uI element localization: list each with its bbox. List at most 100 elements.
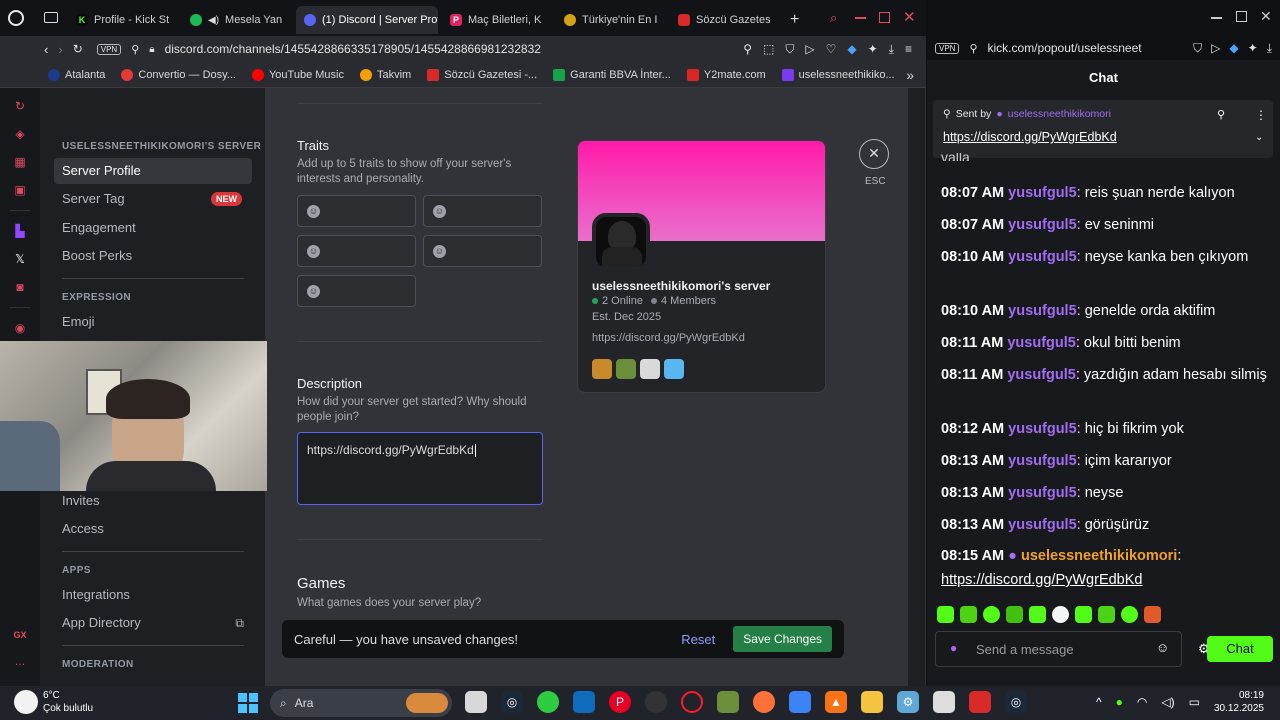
nav-emoji[interactable]: Emoji bbox=[54, 309, 252, 335]
bookmark-garanti[interactable]: Garanti BBVA İnter... bbox=[545, 68, 679, 81]
play-icon[interactable]: ▷ bbox=[805, 42, 814, 57]
weather-widget[interactable]: 6°C Çok bulutlu bbox=[43, 689, 93, 715]
message-user[interactable]: yusufgul5 bbox=[1007, 335, 1075, 351]
battery-icon[interactable]: ▭ bbox=[1189, 695, 1200, 709]
pin-icon[interactable]: ⚲ bbox=[743, 42, 752, 57]
emote-icon[interactable] bbox=[1121, 606, 1138, 623]
minecraft-icon[interactable] bbox=[717, 691, 739, 713]
description-textarea[interactable]: https://discord.gg/PyWgrEdbKd bbox=[297, 432, 543, 505]
nav-app-directory[interactable]: App Directory ⧉ bbox=[54, 610, 252, 636]
nav-invites[interactable]: Invites bbox=[54, 488, 252, 514]
forward-icon[interactable]: › bbox=[58, 42, 62, 57]
steam-icon[interactable]: ◎ bbox=[1005, 691, 1027, 713]
bookmark-uselessneet[interactable]: uselessneethikiko... bbox=[774, 68, 903, 81]
extensions-icon[interactable]: ✦ bbox=[868, 42, 878, 57]
taskbar-search[interactable]: ⌕ Ara bbox=[270, 689, 452, 717]
minimize-icon[interactable] bbox=[855, 17, 866, 19]
shield-icon[interactable]: ⛉ bbox=[785, 42, 794, 57]
nav-access[interactable]: Access bbox=[54, 516, 252, 542]
emote-icon[interactable] bbox=[1006, 606, 1023, 623]
message-user[interactable]: yusufgul5 bbox=[1008, 185, 1076, 201]
opera-gx-icon[interactable] bbox=[681, 691, 703, 713]
emote-icon[interactable] bbox=[1029, 606, 1046, 623]
pinned-sender[interactable]: uselessneethikikomori bbox=[1008, 108, 1111, 120]
unpin-icon[interactable]: ⚲ bbox=[1217, 108, 1225, 121]
firefox-icon[interactable] bbox=[753, 691, 775, 713]
more-options-icon[interactable]: ⋮ bbox=[1255, 108, 1267, 122]
clock[interactable]: 08:19 30.12.2025 bbox=[1210, 689, 1264, 715]
game-app-icon[interactable] bbox=[537, 691, 559, 713]
nav-server-profile[interactable]: Server Profile bbox=[54, 158, 252, 184]
message-user[interactable]: yusufgul5 bbox=[1007, 367, 1075, 383]
save-changes-button[interactable]: Save Changes bbox=[733, 626, 832, 652]
vpn-badge[interactable]: VPN bbox=[96, 43, 122, 55]
chrome-icon[interactable] bbox=[645, 691, 667, 713]
volume-icon[interactable]: ◁) bbox=[1161, 695, 1174, 709]
bookmark-takvim[interactable]: Takvim bbox=[352, 68, 419, 81]
tab-discord[interactable]: (1) Discord | Server Profile bbox=[296, 6, 438, 34]
nav-engagement[interactable]: Engagement bbox=[54, 215, 252, 241]
nav-boost-perks[interactable]: Boost Perks bbox=[54, 243, 252, 269]
bookmark-convertio[interactable]: Convertio — Dosy... bbox=[113, 68, 244, 81]
close-window-icon[interactable]: ✕ bbox=[903, 8, 916, 26]
new-tab-button[interactable]: + bbox=[784, 6, 805, 34]
settings-app-icon[interactable]: ⚙ bbox=[897, 691, 919, 713]
message-user[interactable]: yusufgul5 bbox=[1008, 453, 1076, 469]
chevron-up-icon[interactable]: ^ bbox=[1096, 695, 1102, 709]
message-link[interactable]: https://discord.gg/PyWgrEdbKd bbox=[941, 572, 1143, 588]
message-user[interactable]: yusufgul5 bbox=[1008, 517, 1076, 533]
diamond-icon[interactable]: ◆ bbox=[847, 42, 856, 57]
close-settings-button[interactable]: ✕ bbox=[859, 139, 889, 169]
message-user[interactable]: yusufgul5 bbox=[1008, 421, 1076, 437]
emoji-icon[interactable]: ☺ bbox=[1156, 640, 1169, 655]
spotify-sidebar-icon[interactable]: ◉ bbox=[11, 319, 29, 337]
emote-icon[interactable] bbox=[1052, 606, 1069, 623]
trait-slot[interactable]: ☺ bbox=[423, 195, 542, 227]
emote-icon[interactable] bbox=[937, 606, 954, 623]
steam-icon[interactable]: ◎ bbox=[501, 691, 523, 713]
back-icon[interactable]: ‹ bbox=[44, 42, 48, 57]
acrobat-icon[interactable] bbox=[969, 691, 991, 713]
heart-icon[interactable]: ♡ bbox=[826, 42, 837, 57]
nav-server-tag[interactable]: Server Tag NEW bbox=[54, 186, 252, 212]
emote-icon[interactable] bbox=[1098, 606, 1115, 623]
weather-icon[interactable] bbox=[14, 690, 38, 714]
start-button[interactable] bbox=[238, 693, 258, 713]
shield-icon[interactable]: ⛉ bbox=[1193, 41, 1202, 56]
url-field[interactable]: discord.com/channels/1455428866335178905… bbox=[165, 42, 541, 56]
message-user[interactable]: yusufgul5 bbox=[1008, 217, 1076, 233]
search-tabs-icon[interactable]: ⌕ bbox=[830, 10, 837, 26]
send-chat-button[interactable]: Chat bbox=[1207, 636, 1273, 662]
tab-spotify[interactable]: ◀) Mesela Yan bbox=[182, 6, 292, 34]
file-explorer-icon[interactable] bbox=[465, 691, 487, 713]
emote-icon[interactable] bbox=[1144, 606, 1161, 623]
vlc-icon[interactable]: ▲ bbox=[825, 691, 847, 713]
snapshot-icon[interactable]: ⬚ bbox=[763, 42, 774, 57]
emote-icon[interactable] bbox=[1075, 606, 1092, 623]
message-user[interactable]: uselessneethikikomori bbox=[1021, 548, 1177, 564]
pinned-link[interactable]: https://discord.gg/PyWgrEdbKd bbox=[943, 130, 1117, 144]
maximize-icon[interactable] bbox=[1236, 11, 1247, 22]
notepad-icon[interactable] bbox=[789, 691, 811, 713]
folder-icon[interactable] bbox=[861, 691, 883, 713]
pinterest-icon[interactable]: P bbox=[609, 691, 631, 713]
chat-input[interactable]: ● Send a message ☺ bbox=[935, 631, 1182, 667]
tab-kick-profile[interactable]: K Profile - Kick St bbox=[68, 6, 178, 34]
more-bookmarks-icon[interactable]: » bbox=[906, 67, 926, 83]
opera-menu-icon[interactable] bbox=[8, 10, 24, 26]
bookmark-atalanta[interactable]: Atalanta bbox=[40, 68, 113, 81]
download-icon[interactable]: ⤓ bbox=[889, 42, 894, 57]
trait-slot[interactable]: ☺ bbox=[297, 275, 416, 307]
discord-sidebar-icon[interactable]: ◙ bbox=[11, 278, 29, 296]
mic-icon[interactable]: ● bbox=[1116, 695, 1123, 709]
twitch-icon[interactable]: ▙ bbox=[11, 222, 29, 240]
message-user[interactable]: yusufgul5 bbox=[1008, 485, 1076, 501]
tab-mac-biletleri[interactable]: P Maç Biletleri, K bbox=[442, 6, 552, 34]
ai-icon[interactable]: ◈ bbox=[11, 125, 29, 143]
reset-button[interactable]: Reset bbox=[681, 632, 715, 647]
messenger-icon[interactable]: ▣ bbox=[11, 181, 29, 199]
vpn-badge[interactable]: VPN bbox=[935, 42, 960, 54]
pinboard-icon[interactable]: ▦ bbox=[11, 153, 29, 171]
minimize-icon[interactable] bbox=[1211, 17, 1222, 19]
trait-slot[interactable]: ☺ bbox=[297, 195, 416, 227]
